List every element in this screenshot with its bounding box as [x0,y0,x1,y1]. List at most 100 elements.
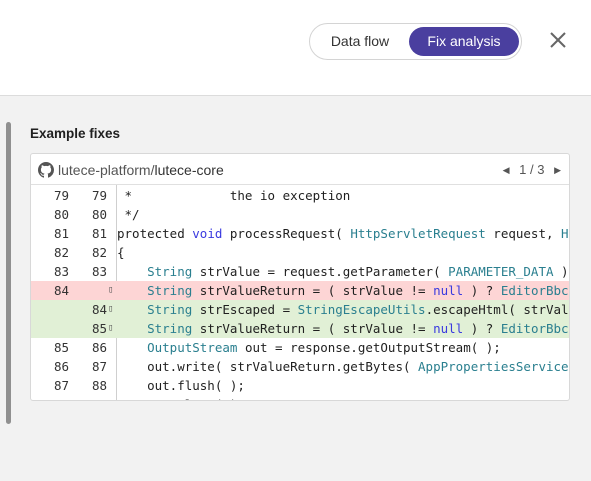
new-line-number: 84 [91,302,107,317]
card-header: lutece-platform/lutece-core ◀ 1 / 3 ▶ [31,154,569,185]
code-text: * the io exception [117,186,351,205]
code-token: PARAMETER_DATA [448,264,554,279]
repo-link[interactable]: lutece-platform/lutece-core [58,162,224,178]
diff-line: 87 88 out.flush( ); [31,376,569,395]
diff-line: 83 83 String strValue = request.getParame… [31,262,569,281]
code-token: .escapeHtml( strValue ); [425,302,569,317]
code-text: String strEscaped = StringEscapeUtils.es… [117,300,569,319]
top-bar: Data flow Fix analysis [0,0,591,96]
change-marker-icon: ▯ [108,323,114,333]
old-line-number: 88 [31,395,69,400]
code-token: String [147,264,193,279]
example-fix-card: lutece-platform/lutece-core ◀ 1 / 3 ▶ 79… [30,153,570,401]
vertical-scrollbar[interactable] [6,122,11,424]
code-text: */ [117,205,140,224]
code-text: out.write( strValueReturn.getBytes( AppP… [117,357,569,376]
code-text: OutputStream out = response.getOutputStr… [117,338,501,357]
diff-line: 79 79 * the io exception [31,186,569,205]
diff-line: 85 86 OutputStream out = response.getOutp… [31,338,569,357]
repo-org: lutece-platform/ [58,162,155,178]
code-token: request, [485,226,562,241]
code-token: out = response.getOutputStream( ); [237,340,501,355]
tab-data-flow[interactable]: Data flow [314,27,406,56]
new-line-number: 83 [91,264,107,279]
new-line-number: 89 [74,395,107,400]
view-toggle: Data flow Fix analysis [309,23,522,60]
close-icon[interactable] [545,27,571,53]
code-token: null [433,283,464,298]
code-token: * the io exception [117,188,351,203]
code-token: strEscaped = [192,302,298,317]
old-line-number: 84 [53,283,69,298]
code-text: String strValue = request.getParameter( … [117,262,569,281]
prev-icon[interactable]: ◀ [503,165,510,176]
code-token: strValueReturn = ( strValue != [192,321,434,336]
diff-line: 82 82 { [31,243,569,262]
code-token: protected [117,226,193,241]
code-token: String [147,283,193,298]
next-icon[interactable]: ▶ [554,165,561,176]
code-text: String strValueReturn = ( strValue != nu… [117,281,569,300]
code-token: null [433,321,464,336]
diff-line: 88 89 out.close( ); [31,395,569,400]
tab-fix-analysis[interactable]: Fix analysis [409,27,519,56]
code-text: out.close( ); [117,395,245,400]
old-line-number: 86 [53,359,69,374]
section-title: Example fixes [30,126,121,141]
diff-line: 81 81 protected void processRequest( HttpS… [31,224,569,243]
new-line-number: 85 [91,321,107,336]
diff-line: 86 87 out.write( strValueReturn.getBytes(… [31,357,569,376]
new-line-number: 79 [91,188,107,203]
new-line-number: 86 [91,340,107,355]
code-token: ); [561,264,569,279]
old-line-number: 79 [53,188,69,203]
code-text: { [117,243,125,262]
repo-name: lutece-core [154,162,224,178]
old-line-number: 87 [53,378,69,393]
github-icon [38,162,54,178]
old-line-number: 83 [53,264,69,279]
code-token: out.close( ); [117,397,245,400]
code-token: AppPropertiesService [418,359,569,374]
diff-line: 80 80 */ [31,205,569,224]
old-line-number: 85 [53,340,69,355]
code-token: ) ? [463,321,501,336]
new-line-number: 80 [91,207,107,222]
fix-pager: ◀ 1 / 3 ▶ [503,162,561,177]
change-marker-icon: ▯ [108,285,114,295]
code-token: out.flush( ); [117,378,245,393]
code-token: strValueReturn = ( strValue != [192,283,434,298]
new-line-number: 81 [91,226,107,241]
code-token: ) ? [463,283,501,298]
old-line-number: 82 [53,245,69,260]
diff-line-removed: 84 ▯ String strValueReturn = ( strValue !… [31,281,569,300]
code-text: String strValueReturn = ( strValue != nu… [117,319,569,338]
code-token: String [147,302,193,317]
new-line-number: 88 [91,378,107,393]
pager-count: 1 / 3 [519,162,545,177]
code-text: out.flush( ); [117,376,245,395]
code-token: out.write( strValueReturn.getBytes( [117,359,419,374]
code-token: StringEscapeUtils [297,302,426,317]
new-line-number: 87 [91,359,107,374]
code-token: */ [117,207,140,222]
code-token: void [192,226,223,241]
code-token: EditorBbcodeService [500,321,569,336]
change-marker-icon: ▯ [108,304,114,314]
code-token: OutputStream [147,340,238,355]
diff-line-added: 84 ▯ String strEscaped = StringEscapeUtil… [31,300,569,319]
code-token: HttpServletRequest [350,226,486,241]
code-token: HttpServletResponse [561,226,569,241]
code-token: EditorBbcodeService [500,283,569,298]
diff-line-added: 85 ▯ String strValueReturn = ( strValue !… [31,319,569,338]
code-token: String [147,321,193,336]
old-line-number: 80 [53,207,69,222]
code-text: protected void processRequest( HttpServl… [117,224,569,243]
code-token: { [117,245,125,260]
diff-view: 79 79 * the io exception 80 80 */ 81 81 protec… [31,185,569,400]
code-token: processRequest( [222,226,351,241]
